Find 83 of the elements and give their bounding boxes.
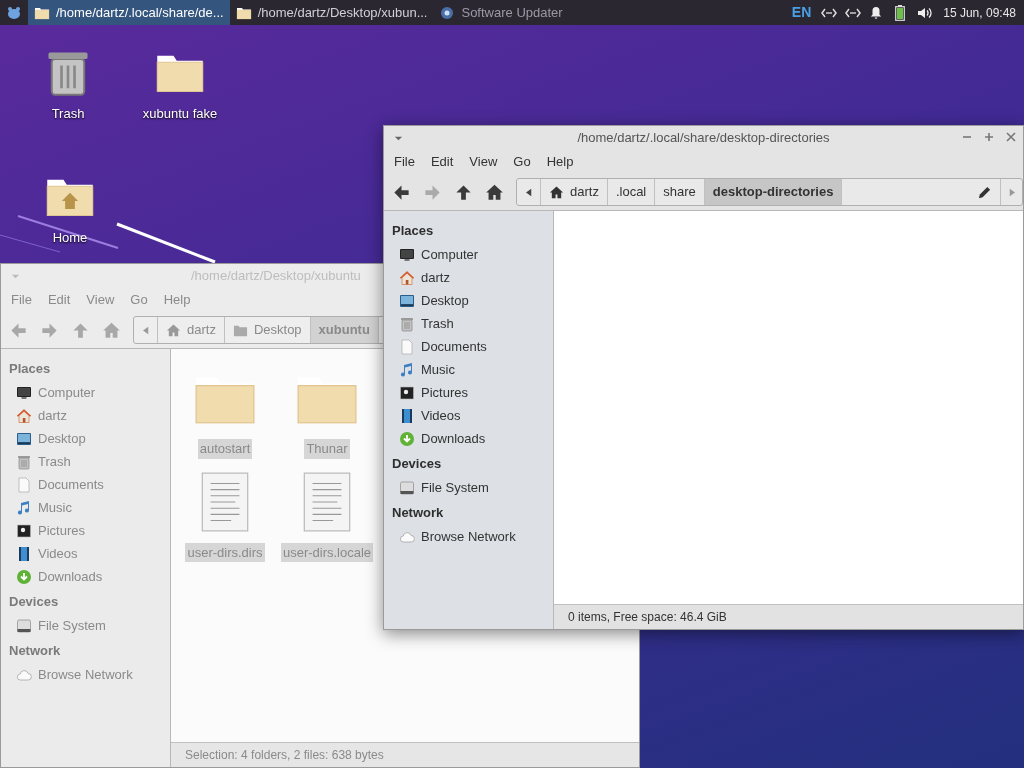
window-menu-icon[interactable]	[394, 134, 403, 143]
sidebar-item-label[interactable]: File System	[421, 477, 489, 498]
sidebar-item-label[interactable]: Documents	[421, 336, 487, 357]
task-button[interactable]: /home/dartz/.local/share/de...	[28, 0, 230, 25]
document-icon	[16, 476, 32, 493]
computer-icon	[16, 384, 32, 401]
home-icon	[16, 407, 32, 424]
caret-icon	[142, 325, 149, 335]
download-icon	[16, 568, 32, 585]
sidebar-item[interactable]: Documents	[384, 335, 553, 358]
up-arrow-icon[interactable]	[454, 182, 473, 202]
breadcrumb-button[interactable]: share	[655, 179, 705, 205]
sidebar-item[interactable]: Downloads	[384, 427, 553, 450]
menu-item[interactable]: File	[386, 152, 423, 172]
drive-icon	[16, 617, 32, 634]
maximize-icon[interactable]	[983, 131, 995, 143]
sidebar-item[interactable]: Pictures	[384, 381, 553, 404]
sidebar-item[interactable]: dartz	[384, 266, 553, 289]
mouse-logo-icon[interactable]	[6, 4, 22, 21]
sidebar-item-label[interactable]: Music	[421, 359, 455, 380]
sidebar-item[interactable]: Music	[384, 358, 553, 381]
trash-icon	[399, 315, 415, 332]
music-note-icon	[16, 499, 32, 516]
status-text: 0 items, Free space: 46.4 GiB	[568, 609, 727, 626]
desktop-icon-label[interactable]: Trash	[51, 104, 85, 124]
task-button[interactable]: Software Updater	[433, 0, 569, 25]
home-icon	[549, 184, 564, 200]
sidebar-heading: Places	[8, 359, 52, 378]
download-icon	[399, 430, 415, 447]
sidebar-item-label[interactable]: Pictures	[421, 382, 468, 403]
drive-icon	[399, 479, 415, 496]
menu-item[interactable]: View	[461, 152, 506, 172]
home-icon	[166, 322, 181, 338]
sidebar-item-label[interactable]: Trash	[421, 313, 454, 334]
task-button[interactable]: /home/dartz/Desktop/xubun...	[229, 0, 434, 25]
clock[interactable]: 15 Jun, 09:48	[943, 3, 1016, 22]
sidebar-item[interactable]: Videos	[384, 404, 553, 427]
sidebar-item[interactable]: Computer	[384, 243, 553, 266]
sidebar-heading: Network	[391, 503, 445, 522]
desktop-icon	[16, 430, 32, 447]
film-icon	[16, 545, 32, 562]
window-title: /home/dartz/.local/share/desktop-directories	[577, 129, 830, 148]
trash-icon	[16, 453, 32, 470]
sidebar-item-label[interactable]: Downloads	[421, 428, 486, 449]
breadcrumb-button[interactable]: .local	[607, 179, 656, 205]
document-icon	[399, 338, 415, 355]
desktop-icon	[399, 292, 415, 309]
back-arrow-icon[interactable]	[392, 182, 411, 202]
sidebar-item[interactable]: Browse Network	[384, 525, 553, 548]
caret-icon	[1008, 187, 1015, 197]
keyboard-layout[interactable]: EN	[791, 2, 812, 23]
menu-item[interactable]: Edit	[422, 152, 462, 172]
menu-item[interactable]: Help	[538, 152, 582, 172]
desktop-icon-label[interactable]: xubuntu fake	[142, 104, 218, 124]
desktop-icon-label[interactable]: Home	[52, 228, 88, 248]
breadcrumb-button[interactable]: dartz	[541, 179, 608, 205]
sidebar-item[interactable]: Trash	[384, 312, 553, 335]
picture-icon	[16, 522, 32, 539]
sidebar-item[interactable]: File System	[384, 476, 553, 499]
battery-icon[interactable]	[895, 4, 906, 21]
sidebar-item[interactable]: Desktop	[384, 289, 553, 312]
sidebar-heading: Devices	[8, 592, 60, 611]
computer-icon	[399, 246, 415, 263]
sidebar-heading: Devices	[391, 454, 443, 473]
picture-icon	[399, 384, 415, 401]
menu-item[interactable]: Go	[505, 152, 539, 172]
close-icon[interactable]	[1005, 131, 1017, 143]
film-icon	[399, 407, 415, 424]
pencil-icon[interactable]	[977, 184, 992, 200]
sidebar-item-label[interactable]: dartz	[421, 267, 450, 288]
sidebar-heading: Places	[391, 221, 435, 240]
home-icon[interactable]	[485, 182, 504, 202]
caret-icon	[525, 187, 532, 197]
sidebar-item-label[interactable]: Desktop	[421, 290, 469, 311]
sidebar-item-label[interactable]: Videos	[421, 405, 461, 426]
sidebar-item-label[interactable]: Browse Network	[421, 526, 516, 547]
home-icon	[399, 269, 415, 286]
bell-icon[interactable]	[869, 5, 884, 20]
sidebar-heading: Network	[8, 641, 62, 660]
sidebar-item-label[interactable]: Computer	[421, 244, 479, 265]
status-text: Selection: 4 folders, 2 files: 638 bytes	[185, 747, 384, 764]
music-note-icon	[399, 361, 415, 378]
breadcrumb-button[interactable]: desktop-directories	[704, 179, 843, 205]
